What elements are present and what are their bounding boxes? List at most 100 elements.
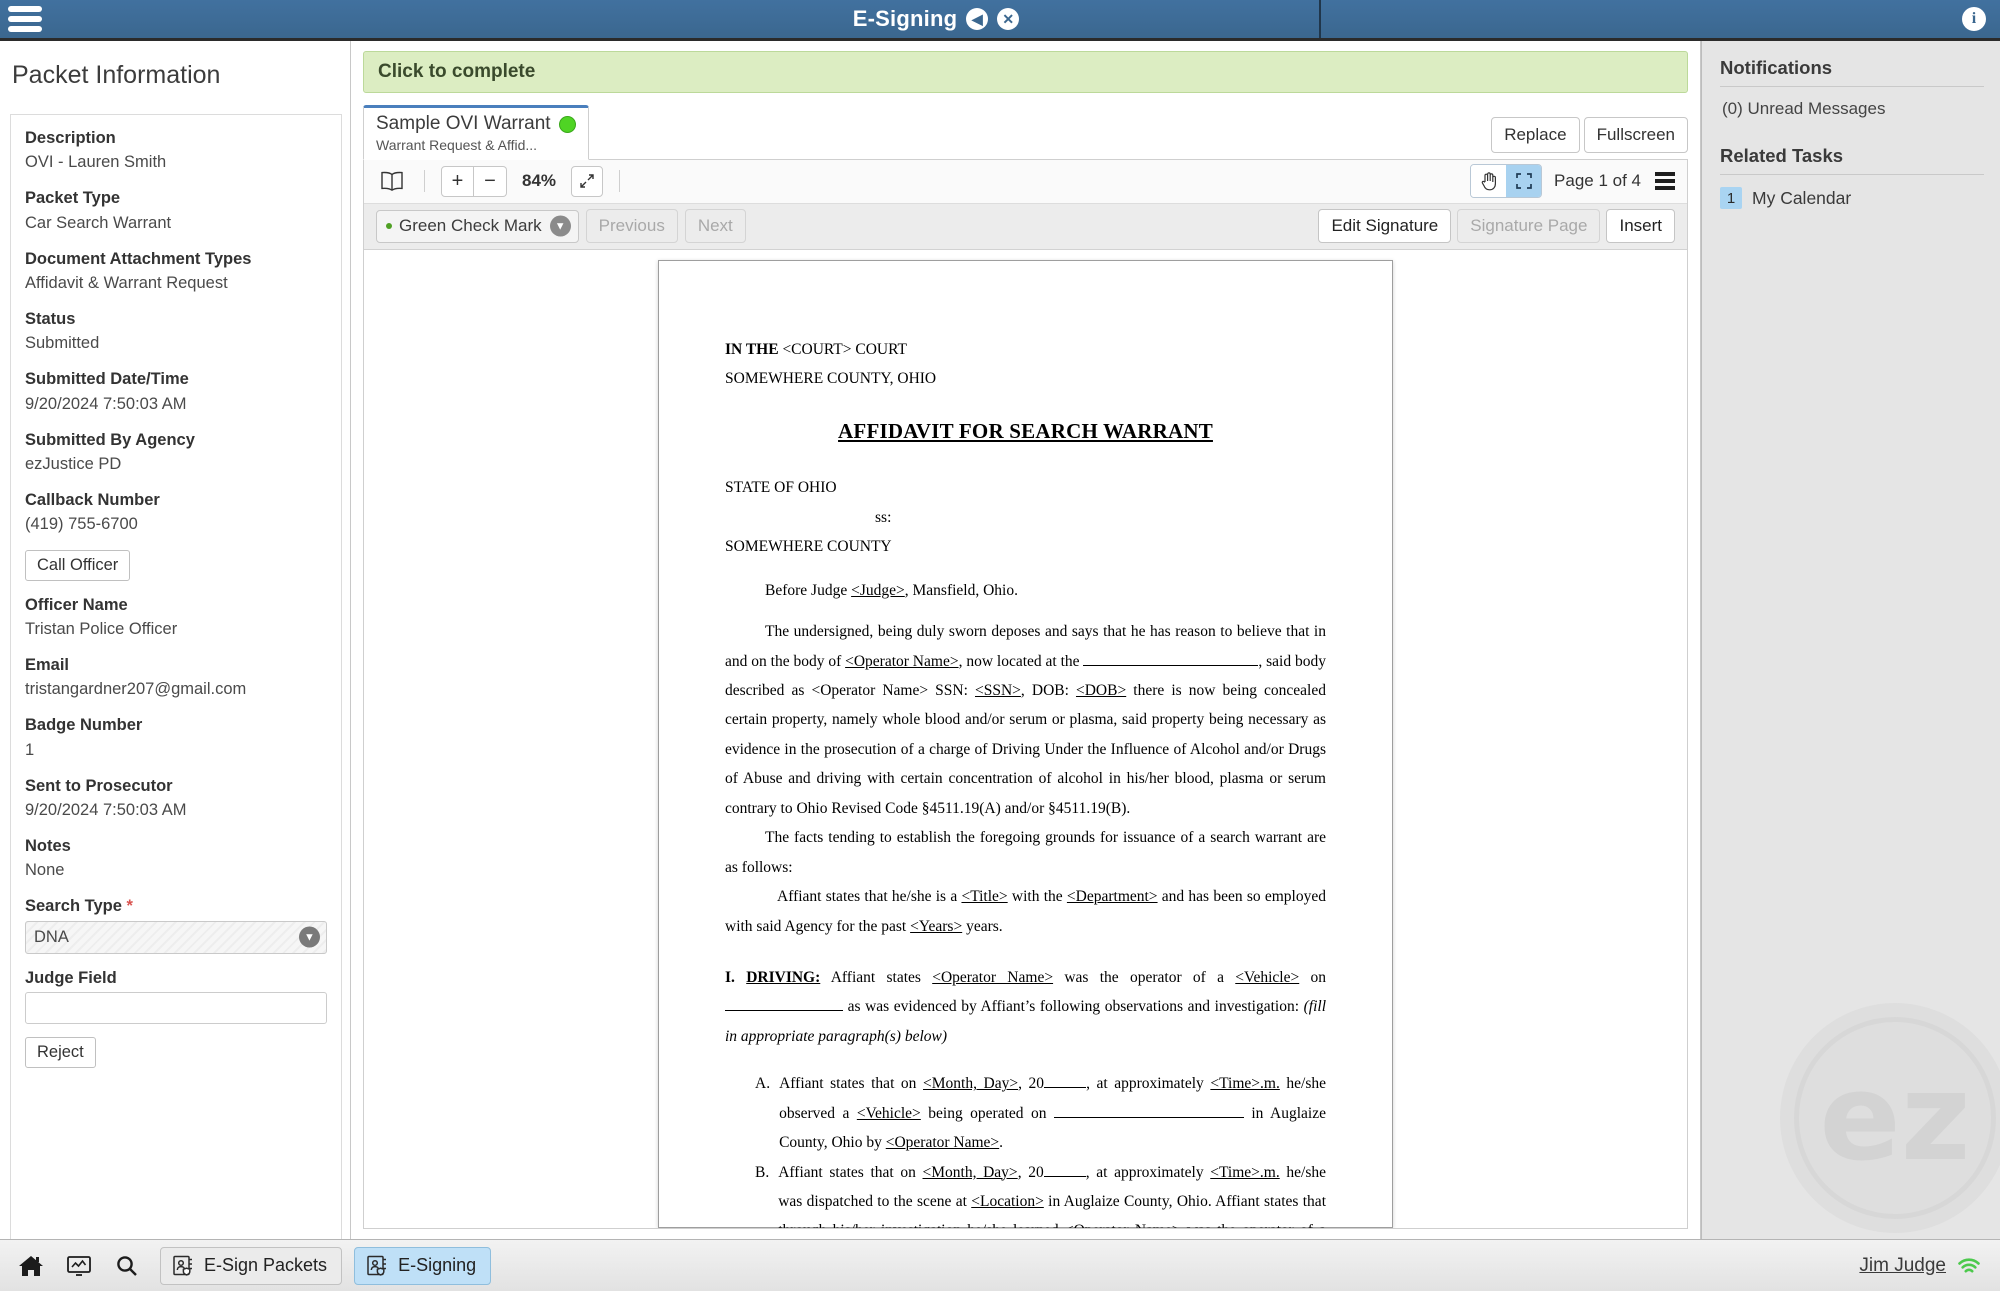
field-search-type: Search Type * DNA ▼ — [25, 895, 327, 954]
search-type-label: Search Type — [25, 897, 122, 916]
token-vehicle: <Vehicle> — [1235, 968, 1300, 986]
window-title: E-Signing — [852, 6, 958, 31]
doc-paragraph-2: The facts tending to establish the foreg… — [725, 829, 1326, 876]
taskbar-item-label: E-Signing — [398, 1255, 477, 1275]
list-text: Affiant states that on <Month, Day>, 20,… — [778, 1158, 1326, 1228]
next-button[interactable]: Next — [684, 209, 746, 244]
taskbar-item-e-sign-packets[interactable]: E-Sign Packets — [160, 1246, 343, 1285]
doc-section-driving: I. DRIVING: Affiant states <Operator Nam… — [725, 968, 1327, 1045]
list-marker: A. — [755, 1075, 771, 1093]
call-officer-button[interactable]: Call Officer — [25, 549, 131, 581]
notifications-heading: Notifications — [1720, 57, 1984, 87]
tab-subtitle: Warrant Request & Affid... — [376, 137, 538, 154]
field-label: Search Type * — [25, 895, 327, 917]
field-judge: Judge Field — [25, 967, 327, 1024]
field-badge-number: Badge Number 1 — [25, 714, 327, 761]
insert-button[interactable]: Insert — [1606, 209, 1675, 244]
tab-actions: Replace Fullscreen — [1491, 117, 1688, 159]
search-type-select[interactable]: DNA — [25, 920, 327, 954]
reject-row: Reject — [25, 1036, 327, 1068]
field-label: Callback Number — [25, 491, 160, 510]
hamburger-menu-icon[interactable] — [8, 6, 42, 32]
status-badge: Submitted — [25, 334, 100, 353]
watermark-text: ez — [1819, 1048, 1971, 1188]
contacts-shield-icon — [367, 1255, 387, 1276]
wifi-icon[interactable] — [1956, 1256, 1982, 1276]
zoom-in-button[interactable]: + — [441, 165, 474, 197]
doc-ss-line: ss: — [875, 508, 892, 526]
chevron-down-icon[interactable]: ▼ — [549, 215, 571, 237]
tab-label: Sample OVI Warrant — [376, 113, 551, 135]
edit-signature-button[interactable]: Edit Signature — [1318, 209, 1452, 244]
required-marker: * — [126, 897, 133, 916]
field-value: Tristan Police Officer — [25, 619, 178, 638]
judge-field-input[interactable] — [25, 991, 327, 1024]
task-row-my-calendar[interactable]: 1 My Calendar — [1720, 175, 1984, 209]
previous-button[interactable]: Previous — [585, 209, 678, 244]
field-value: tristangardner207@gmail.com — [25, 680, 247, 699]
search-type-select-wrap: DNA ▼ — [25, 920, 327, 954]
document-tabstrip: Sample OVI Warrant Warrant Request & Aff… — [363, 105, 1688, 161]
field-officer-name: Officer Name Tristan Police Officer — [25, 594, 327, 641]
doc-court-bold: IN THE — [725, 340, 779, 358]
notifications-panel: Notifications (0) Unread Messages Relate… — [1701, 41, 2000, 1239]
expand-diagonal-icon[interactable] — [571, 165, 604, 197]
token-operator-name-5: <Operator Name> — [1065, 1222, 1181, 1228]
task-label[interactable]: My Calendar — [1752, 188, 1851, 209]
token-operator-name-2: <Operator Name> — [811, 682, 929, 700]
field-label: Notes — [25, 836, 71, 855]
info-icon[interactable]: i — [1962, 7, 1986, 31]
unread-messages-row[interactable]: (0) Unread Messages — [1720, 87, 1984, 119]
fill-blank — [1053, 1116, 1244, 1118]
token-ssn: <SSN> — [975, 682, 1021, 700]
monitor-icon[interactable] — [58, 1245, 100, 1287]
user-name[interactable]: Jim Judge — [1859, 1255, 1946, 1277]
field-description: Description OVI - Lauren Smith — [25, 127, 327, 174]
list-marker: B. — [755, 1163, 770, 1181]
packet-information-panel: Packet Information Description OVI - Lau… — [0, 41, 351, 1239]
token-month-day: <Month, Day> — [923, 1075, 1019, 1093]
hand-icon[interactable] — [1471, 165, 1507, 198]
token-operator-name-3: <Operator Name> — [932, 968, 1054, 986]
field-label: Sent to Prosecutor — [25, 776, 173, 795]
ez-watermark-logo: ez — [1780, 1003, 2000, 1233]
field-value: ezJustice PD — [25, 455, 122, 474]
title-center-group: E-Signing ◀ ✕ — [0, 6, 2000, 32]
field-label: Status — [25, 310, 76, 329]
chevron-down-icon[interactable]: ▼ — [299, 926, 320, 948]
fit-frame-icon[interactable] — [1506, 165, 1542, 198]
home-icon[interactable] — [10, 1245, 52, 1287]
doc-list-item-b: B. Affiant states that on <Month, Day>, … — [755, 1158, 1326, 1228]
stamp-select[interactable]: Green Check Mark ▼ — [376, 209, 579, 243]
list-text: Affiant states that on <Month, Day>, 20,… — [779, 1075, 1326, 1152]
close-icon[interactable]: ✕ — [997, 8, 1020, 30]
document-scroll-area[interactable]: IN THE <COURT> COURT SOMEWHERE COUNTY, O… — [364, 249, 1687, 1228]
document-workspace: Click to complete Sample OVI Warrant War… — [351, 41, 1701, 1239]
reject-button[interactable]: Reject — [25, 1036, 96, 1068]
book-icon[interactable] — [376, 165, 408, 197]
fullscreen-button[interactable]: Fullscreen — [1583, 117, 1688, 154]
task-count-badge: 1 — [1720, 187, 1742, 209]
call-officer-row: Call Officer — [25, 549, 327, 581]
search-icon[interactable] — [106, 1245, 148, 1287]
field-label: Judge Field — [25, 968, 117, 987]
zoom-out-button[interactable]: − — [474, 165, 507, 197]
replace-button[interactable]: Replace — [1491, 117, 1580, 154]
field-value: Affidavit & Warrant Request — [25, 273, 228, 292]
field-label: Packet Type — [25, 189, 121, 208]
signature-page-button[interactable]: Signature Page — [1457, 209, 1601, 244]
field-submitted-by-agency: Submitted By Agency ezJustice PD — [25, 429, 327, 476]
token-dob: <DOB> — [1075, 682, 1127, 700]
doc-county-line: SOMEWHERE COUNTY, OHIO — [725, 370, 937, 388]
title-bar: E-Signing ◀ ✕ i — [0, 0, 2000, 41]
back-icon[interactable]: ◀ — [966, 8, 989, 30]
tab-sample-ovi-warrant[interactable]: Sample OVI Warrant Warrant Request & Aff… — [363, 105, 589, 161]
signature-toolbar: Green Check Mark ▼ Previous Next Edit Si… — [364, 203, 1687, 250]
taskbar-item-e-signing[interactable]: E-Signing — [354, 1246, 492, 1285]
fill-blank — [1044, 1087, 1087, 1089]
contacts-shield-icon — [173, 1255, 192, 1276]
list-menu-icon[interactable] — [1655, 172, 1675, 191]
field-email: Email tristangardner207@gmail.com — [25, 654, 327, 701]
token-operator-name-4: <Operator Name> — [885, 1134, 1000, 1152]
click-to-complete-banner[interactable]: Click to complete — [363, 51, 1688, 94]
